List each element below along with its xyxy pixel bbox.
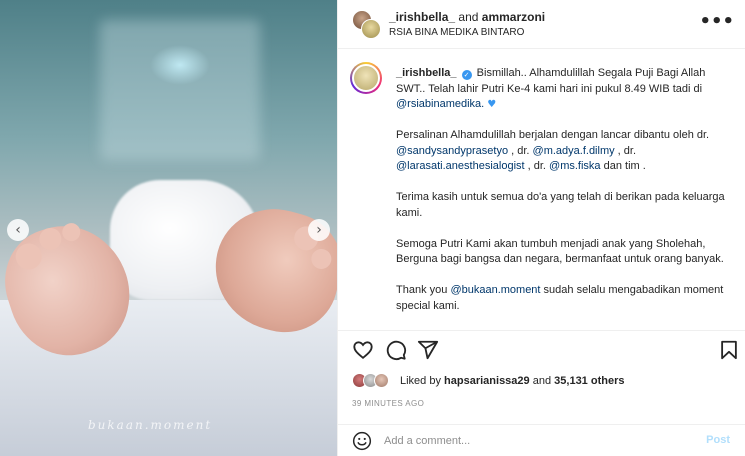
caption-separator: , dr. [511,144,530,157]
caption-p4: Semoga Putri Kami akan tumbuh menjadi an… [396,237,724,266]
caption-p3: Terima kasih untuk semua do'a yang telah… [396,191,725,219]
caption-username-link[interactable]: _irishbella_ [396,67,457,79]
background-light [150,45,210,85]
coauthor-username-link[interactable]: ammarzoni [482,10,545,24]
author-username-link[interactable]: _irishbella_ [389,10,455,24]
share-icon[interactable] [417,339,439,361]
blue-heart-emoji-icon: ♥ [487,99,497,110]
post-comment-button[interactable]: Post [706,434,730,446]
like-heart-icon[interactable] [352,339,374,361]
mention-link[interactable]: @m.adya.f.dilmy [533,145,615,157]
likes-count-link[interactable]: 35,131 others [554,375,624,387]
background-monitor [100,20,260,160]
post-side-panel: _irishbella_ and ammarzoni RSIA BINA MED… [337,0,745,456]
likes-prefix: Liked by [400,375,441,387]
comment-icon[interactable] [385,339,407,361]
author-avatars[interactable] [352,10,381,39]
emoji-icon[interactable] [352,431,372,451]
photo-watermark: bukaan.moment [88,418,213,432]
author-names: _irishbella_ and ammarzoni [389,10,545,24]
post-photo: ‹ › bukaan.moment [0,0,337,456]
carousel-prev-button[interactable]: ‹ [7,219,29,241]
carousel-next-button[interactable]: › [308,219,330,241]
caption-text: _irishbella_ ✓ Bismillah.. Alhamdulillah… [396,66,726,330]
likes-summary: Liked by hapsarianissa29 and 35,131 othe… [352,371,732,391]
caption-p2-text: Persalinan Alhamdulillah berjalan dengan… [396,129,710,141]
action-bar [338,330,745,366]
mention-link[interactable]: @ms.fiska [549,160,601,172]
first-liker-link[interactable]: hapsarianissa29 [444,375,530,387]
mention-link[interactable]: @larasati.anesthesialogist [396,160,525,172]
author-joiner: and [458,10,479,24]
location-link[interactable]: RSIA BINA MEDIKA BINTARO [389,27,524,38]
verified-badge-icon: ✓ [461,70,472,80]
caption-separator: , dr. [527,160,546,172]
mention-link[interactable]: @rsiabinamedika. [396,98,484,110]
caption-area: _irishbella_ ✓ Bismillah.. Alhamdulillah… [338,50,745,330]
caption-p2-end: dan tim . [603,160,646,172]
mention-link[interactable]: @bukaan.moment [450,284,540,296]
save-bookmark-icon[interactable] [718,339,740,361]
caption-avatar[interactable] [350,62,382,94]
likes-joiner: and [532,375,552,387]
comment-input[interactable] [384,432,684,450]
post-header: _irishbella_ and ammarzoni RSIA BINA MED… [338,0,745,49]
caption-separator: , dr. [617,144,637,157]
post-timestamp[interactable]: 39 MINUTES AGO [352,399,424,408]
comment-bar: Post [338,424,745,456]
likes-text: Liked by hapsarianissa29 and 35,131 othe… [400,375,624,387]
caption-p5-start: Thank you [396,284,448,296]
liker-avatar[interactable] [374,373,389,388]
more-options-icon[interactable]: ••• [699,11,734,32]
mention-link[interactable]: @sandysandyprasetyo [396,145,508,157]
avatar[interactable] [361,19,381,39]
